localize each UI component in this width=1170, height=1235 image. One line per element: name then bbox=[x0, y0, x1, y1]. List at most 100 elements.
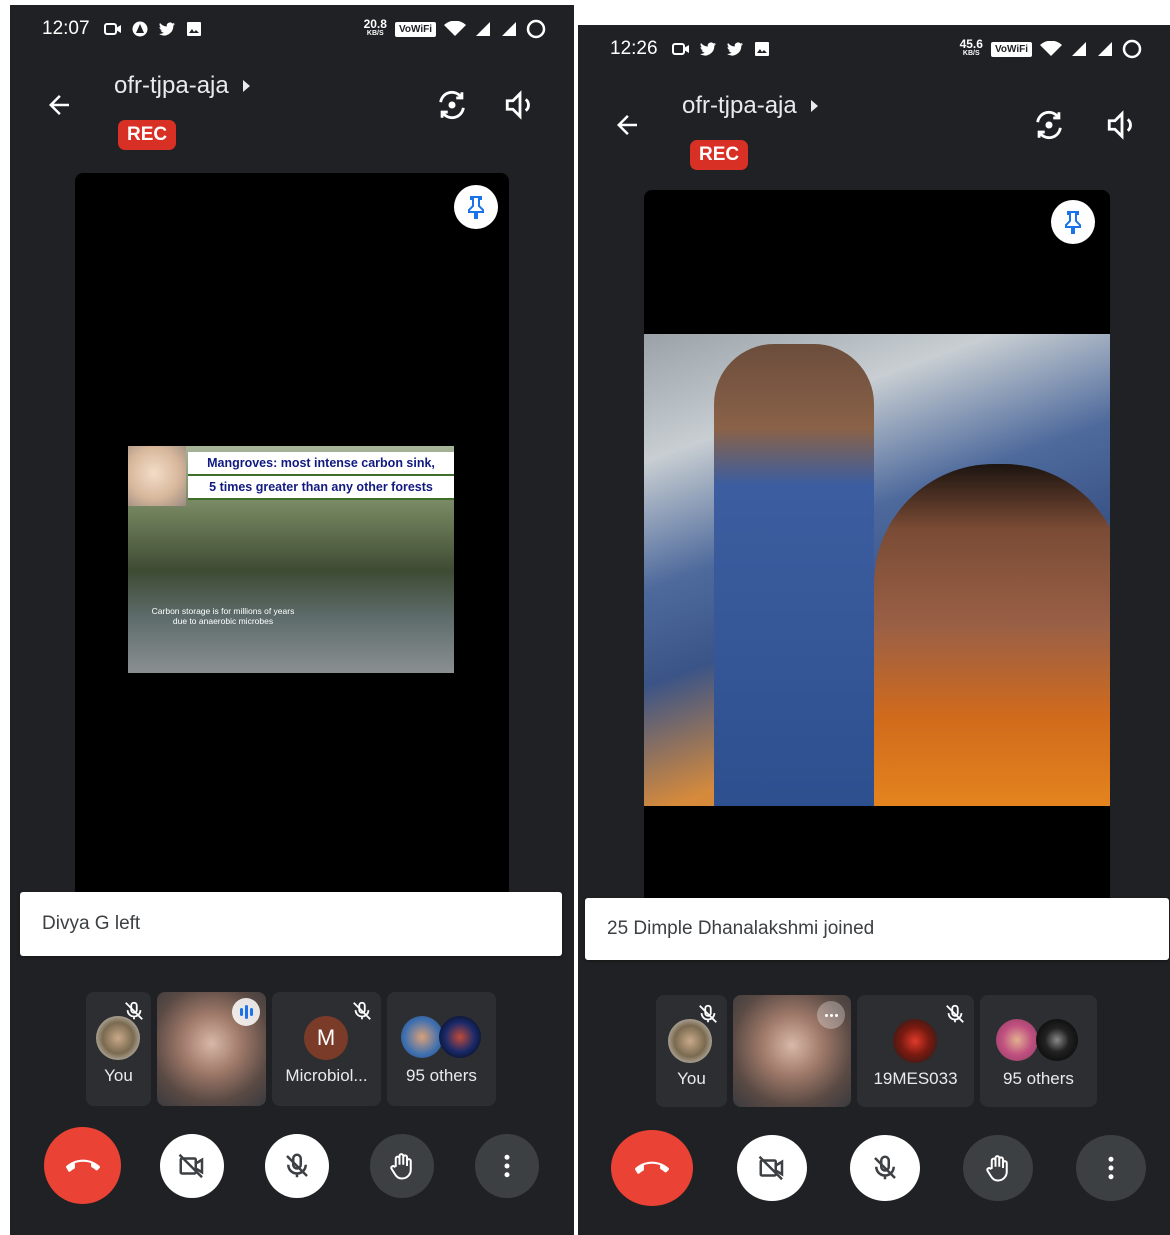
battery-ring-icon bbox=[526, 19, 546, 39]
meeting-header: ofr-tjpa-aja REC bbox=[10, 60, 574, 170]
pin-icon bbox=[468, 196, 484, 219]
participant-strip: You 19MES033 95 others bbox=[656, 995, 1097, 1107]
participant-left-toast: Divya G left bbox=[20, 892, 562, 956]
vowifi-badge: VoWiFi bbox=[394, 21, 436, 37]
participant-name: 19MES033 bbox=[873, 1069, 958, 1088]
call-controls bbox=[611, 1130, 1146, 1206]
camera-off-icon bbox=[178, 1153, 204, 1178]
slide-caption: Mangroves: most intense carbon sink, 5 t… bbox=[188, 452, 454, 500]
participant-tile-others[interactable]: 95 others bbox=[980, 995, 1097, 1107]
participant-tile-video[interactable] bbox=[157, 992, 266, 1106]
participant-name: 95 others bbox=[406, 1066, 477, 1085]
signal-icon bbox=[1072, 42, 1086, 56]
signal-icon-2 bbox=[502, 22, 516, 36]
presentation-slide: Mangroves: most intense carbon sink, 5 t… bbox=[128, 446, 454, 673]
pin-button[interactable] bbox=[454, 185, 498, 229]
rec-badge: REC bbox=[690, 140, 749, 170]
phone-hangup-icon bbox=[65, 1159, 100, 1172]
gallery-icon bbox=[754, 42, 769, 56]
network-speed: 20.8 KB/S bbox=[363, 17, 387, 37]
mic-off-icon bbox=[699, 1004, 717, 1023]
app-notification-icon bbox=[132, 21, 148, 37]
video-status-icon bbox=[671, 43, 689, 55]
main-stage: Mangroves: most intense carbon sink, 5 t… bbox=[75, 173, 509, 895]
video-person-speaking bbox=[874, 464, 1110, 806]
status-time: 12:26 bbox=[610, 38, 658, 59]
slide-baby-photo bbox=[128, 446, 186, 506]
back-arrow-icon[interactable] bbox=[612, 110, 642, 140]
meeting-title[interactable]: ofr-tjpa-aja bbox=[682, 92, 818, 120]
rec-badge: REC bbox=[118, 120, 177, 150]
raise-hand-button[interactable] bbox=[370, 1133, 434, 1198]
mic-off-icon bbox=[946, 1004, 964, 1023]
status-bar: 12:26 45.6 KB/S VoWiFi bbox=[578, 25, 1170, 73]
avatar bbox=[668, 1019, 712, 1063]
more-options-button[interactable] bbox=[1076, 1135, 1146, 1201]
participant-tile-others[interactable]: 95 others bbox=[387, 992, 496, 1106]
caret-right-icon bbox=[810, 100, 818, 112]
avatar bbox=[893, 1019, 937, 1063]
gallery-icon bbox=[186, 22, 201, 36]
pin-icon bbox=[1065, 211, 1081, 234]
twitter-icon-2 bbox=[726, 42, 743, 56]
hand-icon bbox=[986, 1155, 1008, 1182]
switch-camera-icon[interactable] bbox=[1032, 108, 1066, 142]
mic-toggle-button[interactable] bbox=[265, 1133, 329, 1198]
avatar bbox=[401, 1016, 443, 1058]
hand-icon bbox=[390, 1152, 412, 1180]
camera-toggle-button[interactable] bbox=[160, 1133, 224, 1198]
video-person-standing bbox=[714, 344, 874, 806]
avatar bbox=[96, 1016, 140, 1060]
battery-ring-icon bbox=[1122, 39, 1142, 59]
more-vert-icon bbox=[1108, 1156, 1114, 1180]
participant-tile-video[interactable] bbox=[733, 995, 851, 1107]
right-screenshot: 12:26 45.6KB/S VoWiFi ofr-tjpa-aja REC bbox=[578, 25, 1170, 1235]
camera-toggle-button[interactable] bbox=[737, 1135, 807, 1201]
mic-toggle-button[interactable] bbox=[850, 1135, 920, 1201]
network-speed: 45.6 KB/S bbox=[959, 37, 983, 57]
participant-joined-toast: 25 Dimple Dhanalakshmi joined bbox=[585, 898, 1169, 960]
call-controls bbox=[44, 1127, 539, 1204]
participant-tile-19mes033[interactable]: 19MES033 bbox=[857, 995, 974, 1107]
participant-tile-you[interactable]: You bbox=[86, 992, 151, 1106]
raise-hand-button[interactable] bbox=[963, 1135, 1033, 1201]
mic-off-icon bbox=[874, 1155, 896, 1180]
participant-tile-microbiol[interactable]: M Microbiol... bbox=[272, 992, 381, 1106]
main-stage bbox=[644, 190, 1110, 898]
speaker-icon[interactable] bbox=[1105, 108, 1139, 142]
caret-right-icon bbox=[242, 80, 250, 92]
camera-off-icon bbox=[758, 1155, 784, 1181]
back-arrow-icon[interactable] bbox=[44, 90, 74, 120]
wifi-icon bbox=[444, 21, 466, 36]
participant-name: 95 others bbox=[1003, 1069, 1074, 1088]
audio-level-icon bbox=[817, 1001, 845, 1029]
twitter-icon bbox=[158, 22, 175, 36]
signal-icon bbox=[476, 22, 490, 36]
switch-camera-icon[interactable] bbox=[435, 88, 469, 122]
hang-up-button[interactable] bbox=[611, 1130, 693, 1206]
meeting-title[interactable]: ofr-tjpa-aja bbox=[114, 72, 250, 100]
participant-strip: You M Microbiol... 95 others bbox=[86, 992, 496, 1106]
avatar bbox=[439, 1016, 481, 1058]
pin-button[interactable] bbox=[1051, 200, 1095, 244]
participant-name: You bbox=[104, 1066, 133, 1085]
more-options-button[interactable] bbox=[475, 1133, 539, 1198]
video-status-icon bbox=[103, 23, 121, 35]
meeting-header: ofr-tjpa-aja REC bbox=[578, 80, 1170, 190]
participant-name: Microbiol... bbox=[285, 1066, 368, 1085]
mic-off-icon bbox=[286, 1153, 308, 1177]
twitter-icon bbox=[699, 42, 716, 56]
audio-level-icon bbox=[232, 998, 260, 1026]
avatar bbox=[1036, 1019, 1078, 1061]
signal-icon-2 bbox=[1098, 42, 1112, 56]
mic-off-icon bbox=[125, 1001, 143, 1020]
participant-tile-you[interactable]: You bbox=[656, 995, 727, 1107]
avatar bbox=[996, 1019, 1038, 1061]
left-screenshot: 12:07 20.8KB/S VoWiFi ofr-tjpa-aja REC bbox=[10, 5, 574, 1235]
status-time: 12:07 bbox=[42, 18, 90, 39]
avatar: M bbox=[304, 1016, 348, 1060]
hang-up-button[interactable] bbox=[44, 1127, 121, 1204]
vowifi-badge: VoWiFi bbox=[990, 41, 1032, 57]
phone-hangup-icon bbox=[635, 1161, 669, 1174]
speaker-icon[interactable] bbox=[503, 88, 537, 122]
